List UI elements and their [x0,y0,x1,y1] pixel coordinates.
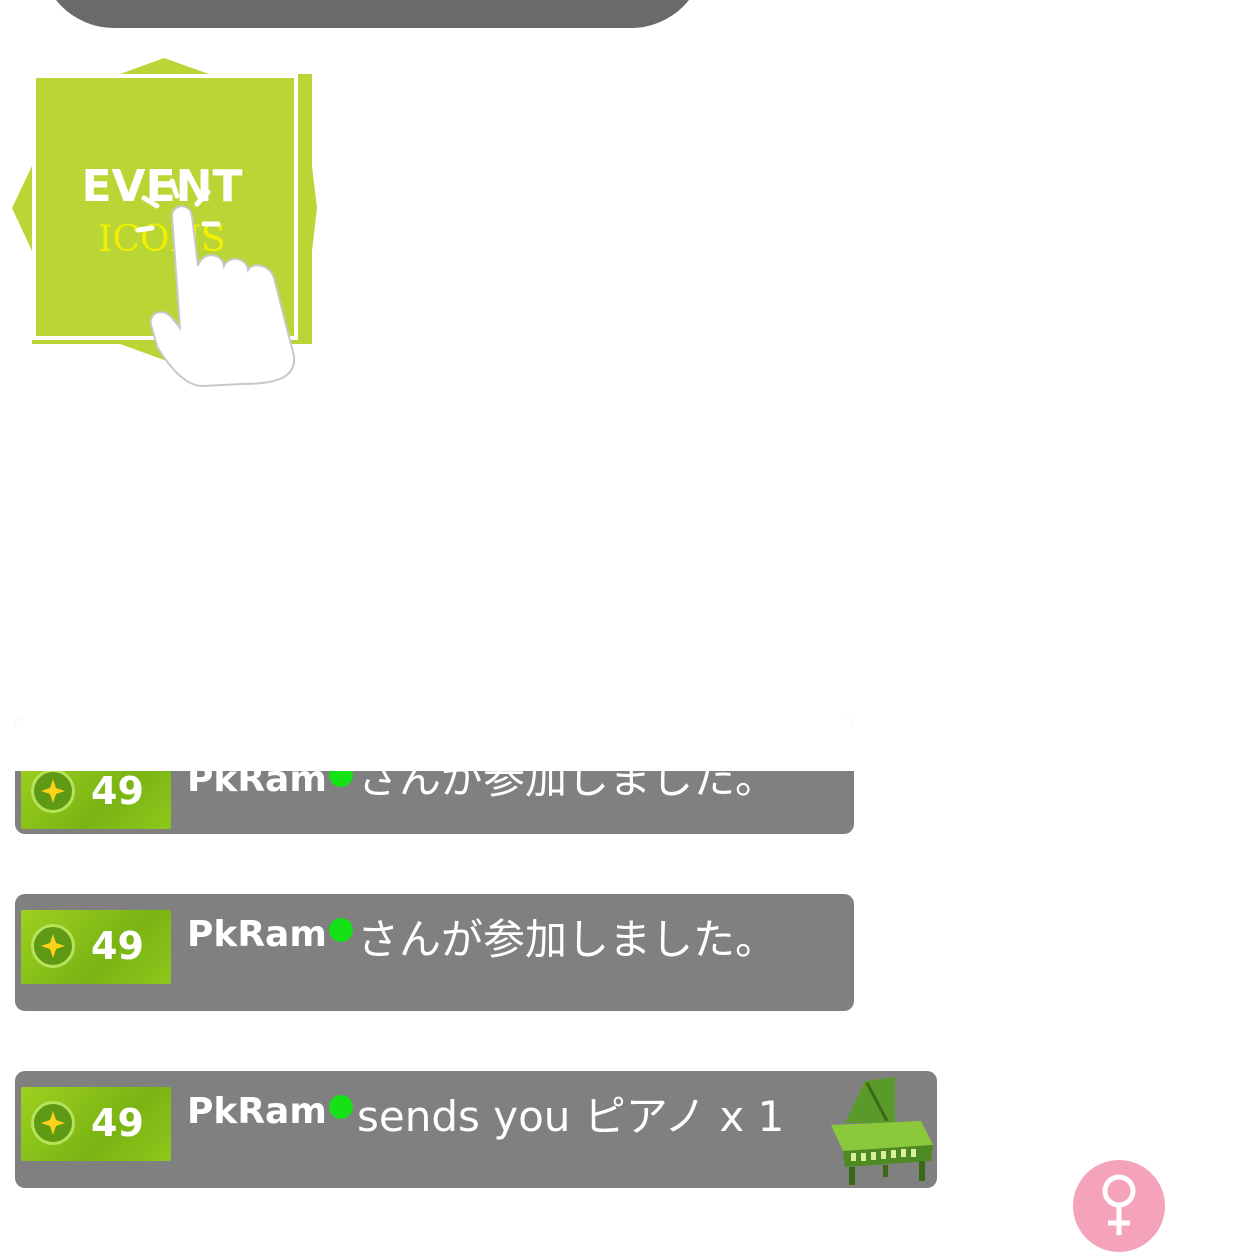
username[interactable]: PkRam [187,1091,353,1133]
star-gem-icon [31,1101,75,1145]
level-badge: 49 [21,910,171,984]
level-badge: 49 [21,1087,171,1161]
message-text: さんが参加しました。 [357,915,778,964]
level-value: 49 [91,1101,144,1145]
scroll-clip-mask [15,717,854,771]
online-status-dot [328,1095,353,1119]
level-value: 49 [91,769,144,813]
chat-message-row: 49 PkRam さんが参加しました。 [15,894,854,1011]
chat-message-row: 49 PkRam sends you ピアノ x 1 [15,1071,937,1188]
username-text[interactable]: PkRam [187,914,327,955]
level-value: 49 [91,924,144,968]
online-status-dot [328,918,353,942]
username-text[interactable]: PkRam [187,1091,327,1132]
female-symbol-glyph [1102,1174,1136,1235]
event-icons-button[interactable]: EVENT ICONS [12,56,317,388]
star-gem-icon [31,924,75,968]
event-icon-graphic: EVENT ICONS [12,58,317,388]
event-icon-line1: EVENT [81,161,242,212]
star-gem-icon [31,769,75,813]
piano-icon [825,1073,937,1187]
female-symbol-icon[interactable] [1073,1160,1165,1252]
chat-message-row: 49 PkRam さんが参加しました。 [15,717,854,834]
message-text: sends you ピアノ x 1 [357,1092,785,1141]
username[interactable]: PkRam [187,914,353,956]
top-pill-panel [40,0,705,28]
